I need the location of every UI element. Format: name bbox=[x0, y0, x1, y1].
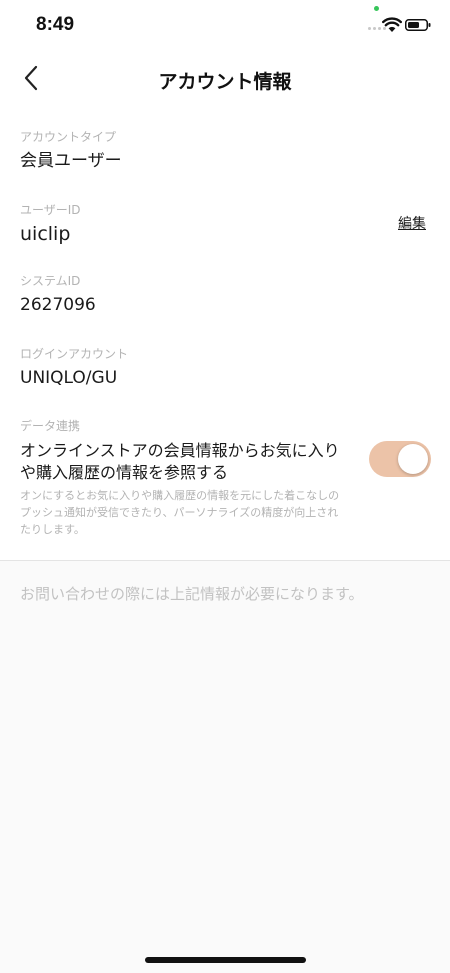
edit-user-id-link[interactable]: 編集 bbox=[398, 213, 426, 233]
data-sync-title: オンラインストアの会員情報からお気に入りや購入履歴の情報を参照する bbox=[20, 441, 340, 482]
user-id-value: uiclip bbox=[20, 223, 71, 245]
system-id-value: 2627096 bbox=[20, 295, 96, 315]
status-time: 8:49 bbox=[36, 14, 75, 35]
status-bar: 8:49 bbox=[0, 0, 450, 50]
page-title: アカウント情報 bbox=[158, 71, 292, 93]
data-sync-label: データ連携 bbox=[20, 419, 81, 433]
camera-indicator bbox=[374, 6, 379, 11]
navigation-bar: アカウント情報 bbox=[0, 50, 450, 106]
login-account-label: ログインアカウント bbox=[20, 347, 129, 361]
login-account-value: UNIQLO/GU bbox=[20, 368, 118, 388]
account-type-value: 会員ユーザー bbox=[20, 151, 122, 171]
info-footer: お問い合わせの際には上記情報が必要になります。 bbox=[0, 560, 450, 973]
data-sync-toggle[interactable] bbox=[369, 441, 431, 477]
system-id-field: システムID 2627096 bbox=[20, 273, 96, 317]
wifi-icon bbox=[382, 17, 402, 32]
toggle-knob bbox=[398, 444, 428, 474]
login-account-field: ログインアカウント UNIQLO/GU bbox=[20, 346, 128, 390]
account-type-label: アカウントタイプ bbox=[20, 130, 117, 144]
user-id-label: ユーザーID bbox=[20, 203, 81, 217]
inquiry-note: お問い合わせの際には上記情報が必要になります。 bbox=[20, 585, 364, 603]
home-indicator bbox=[145, 957, 306, 963]
system-id-label: システムID bbox=[20, 274, 81, 288]
data-sync-description: オンにするとお気に入りや購入履歴の情報を元にした着こなしのプッシュ通知が受信でき… bbox=[20, 489, 340, 536]
account-info-screen: 8:49 アカウント情報 アカウントタイプ 会員ユーザー ユーザーID uicl… bbox=[0, 0, 450, 973]
account-type-field: アカウントタイプ 会員ユーザー bbox=[20, 129, 122, 173]
data-sync-label-wrap: データ連携 bbox=[20, 418, 80, 434]
user-id-field: ユーザーID uiclip bbox=[20, 202, 81, 246]
battery-icon bbox=[405, 19, 431, 31]
